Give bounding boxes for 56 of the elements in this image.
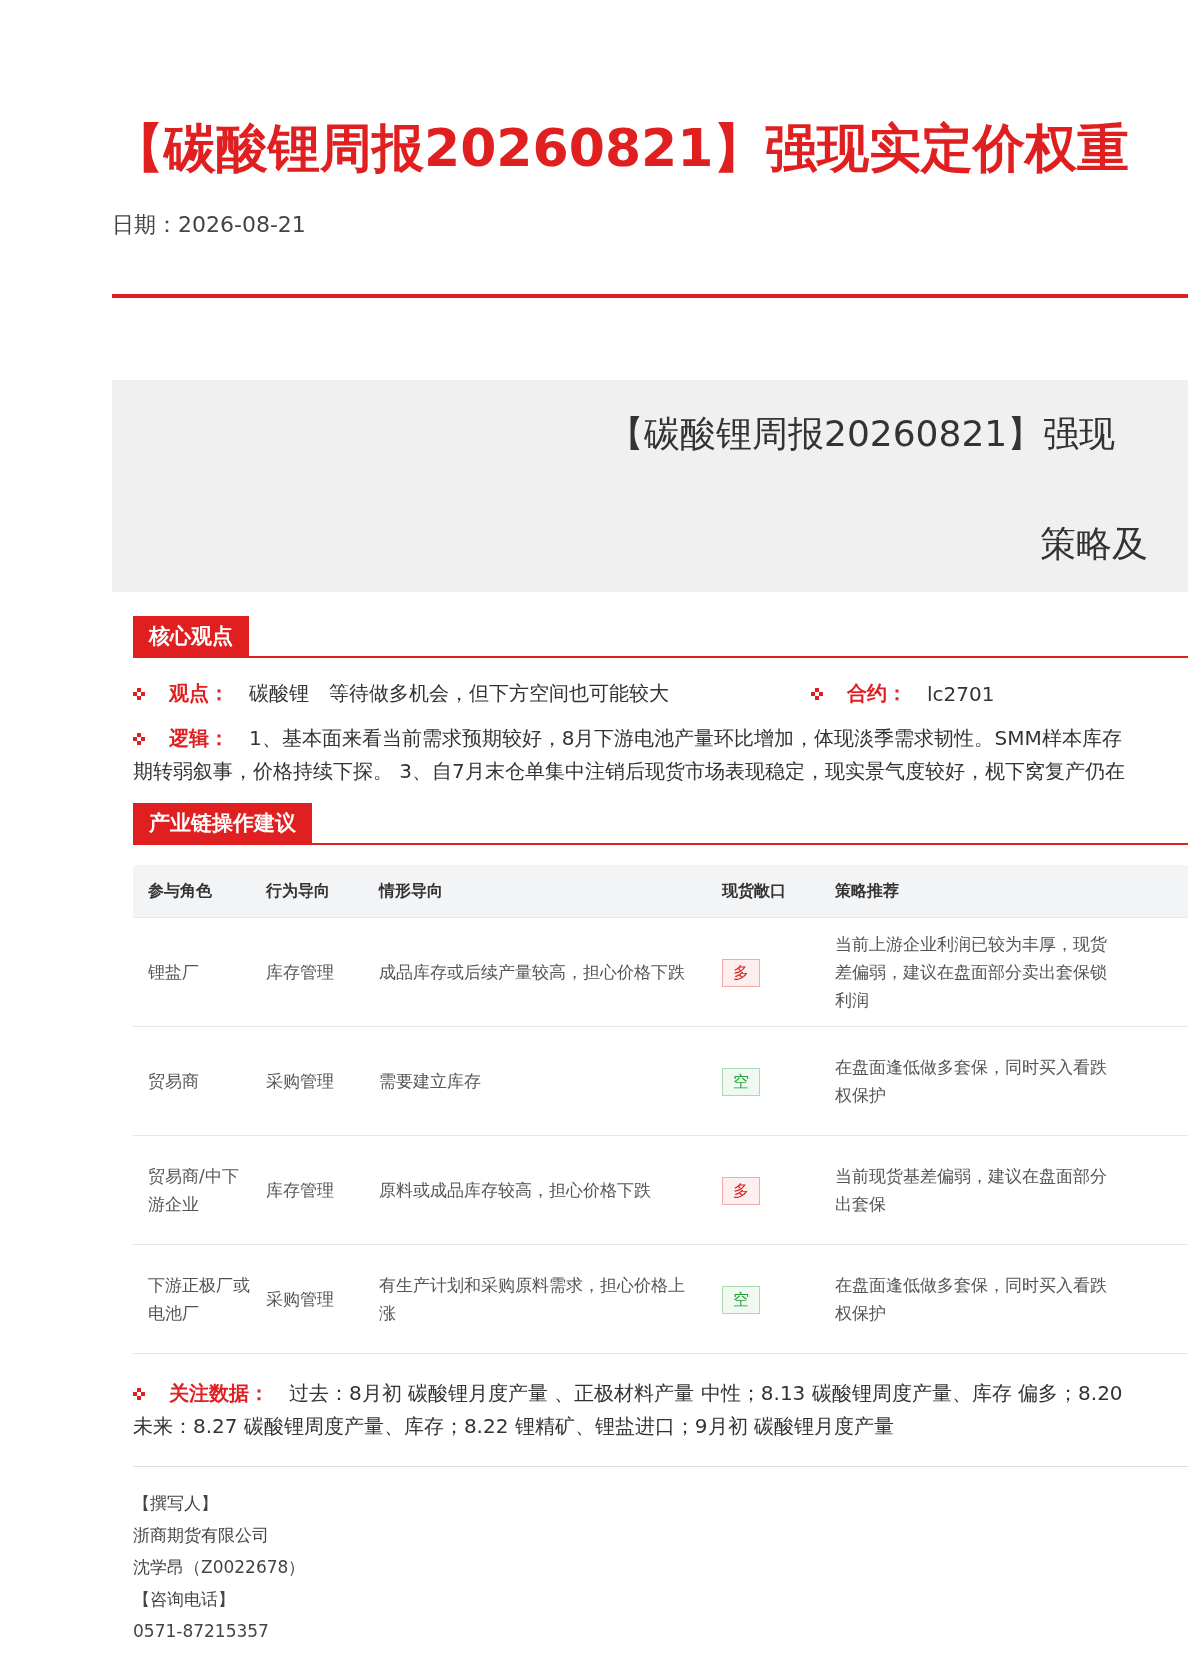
column-header: 情形导向 [377, 880, 444, 902]
exposure-tag: 空 [722, 1067, 760, 1096]
table-cell-text: 下游正极厂或电池厂 [147, 1274, 251, 1325]
table-cell-text: 权保护 [835, 1302, 886, 1325]
table-cell-text: 在盘面逢低做多套保，同时买入看跌 [835, 1056, 1107, 1079]
view-text: 等待做多机会，但下方空间也可能较大 [329, 680, 669, 707]
bullet-icon [811, 687, 823, 700]
table-cell-text: 库存管理 [265, 961, 335, 984]
footer-text: 0571-87215357 [133, 1620, 269, 1643]
table-cell-text: 采购管理 [265, 1288, 335, 1311]
footer-text: 沈学昂（Z0022678） [133, 1556, 306, 1579]
section-heading: 产业链操作建议 [133, 803, 312, 843]
table-cell-text: 锂盐厂 [147, 961, 200, 984]
table-cell-text: 利润 [835, 989, 869, 1012]
table-cell-text: 贸易商/中下游企业 [147, 1165, 240, 1216]
exposure-tag: 多 [722, 1176, 760, 1205]
footer-text: 【咨询电话】 [133, 1588, 235, 1611]
banner-subtitle: 策略及 [1040, 522, 1148, 566]
table-cell-text: 出套保 [835, 1193, 886, 1216]
column-header: 行为导向 [265, 880, 331, 902]
table-cell-text: 需要建立库存 [378, 1070, 482, 1093]
report-date: 日期：2026-08-21 [112, 211, 306, 239]
contract-value: lc2701 [927, 681, 995, 706]
focus-text-line: 过去：8月初 碳酸锂月度产量 、正极材料产量 中性；8.13 碳酸锂周度产量、库存 偏多；8.20 [289, 1380, 1123, 1407]
focus-label: 关注数据： [169, 1380, 269, 1407]
logic-text-line: 1、基本面来看当前需求预期较好，8月下游电池产量环比增加，体现淡季需求韧性。SMM样本库存 [249, 725, 1122, 752]
view-label: 观点： [169, 680, 229, 707]
column-header: 策略推荐 [834, 880, 900, 902]
exposure-tag: 多 [722, 958, 760, 987]
footer-text: 浙商期货有限公司 [133, 1524, 269, 1547]
table-cell-text: 成品库存或后续产量较高，担心价格下跌 [378, 961, 686, 984]
table-cell-text: 采购管理 [265, 1070, 335, 1093]
table-cell-text: 当前现货基差偏弱，建议在盘面部分 [835, 1165, 1107, 1188]
table-cell-text: 当前上游企业利润已较为丰厚，现货 [835, 933, 1107, 956]
table-cell-text: 差偏弱，建议在盘面部分卖出套保锁 [835, 961, 1107, 984]
footer-text: 【撰写人】 [133, 1492, 218, 1515]
table-cell-text: 权保护 [835, 1084, 886, 1107]
view-product: 碳酸锂 [249, 680, 309, 707]
table-cell-text: 库存管理 [265, 1179, 335, 1202]
table-cell-text: 贸易商 [147, 1070, 200, 1093]
bullet-icon [133, 687, 145, 700]
column-header: 现货敞口 [720, 880, 787, 902]
bullet-icon [133, 732, 145, 745]
report-title: 【碳酸锂周报20260821】强现实定价权重 [112, 117, 1130, 180]
table-cell-text: 在盘面逢低做多套保，同时买入看跌 [835, 1274, 1107, 1297]
contract-label: 合约： [847, 680, 907, 707]
section-heading: 核心观点 [133, 616, 249, 656]
logic-text-line: 期转弱叙事，价格持续下探。 3、自7月末仓单集中注销后现货市场表现稳定，现实景气度较好，枧下窝复产仍在 [133, 758, 1125, 785]
table-cell-text: 有生产计划和采购原料需求，担心价格上涨 [378, 1274, 686, 1325]
exposure-tag: 空 [722, 1285, 760, 1314]
focus-text-line: 未来：8.27 碳酸锂周度产量、库存；8.22 锂精矿、锂盐进口；9月初 碳酸锂月度产量 [133, 1413, 894, 1440]
table-cell-text: 原料或成品库存较高，担心价格下跌 [378, 1179, 652, 1202]
logic-label: 逻辑： [169, 725, 229, 752]
bullet-icon [133, 1387, 145, 1400]
banner-title: 【碳酸锂周报20260821】强现 [608, 412, 1116, 456]
column-header: 参与角色 [147, 880, 213, 902]
